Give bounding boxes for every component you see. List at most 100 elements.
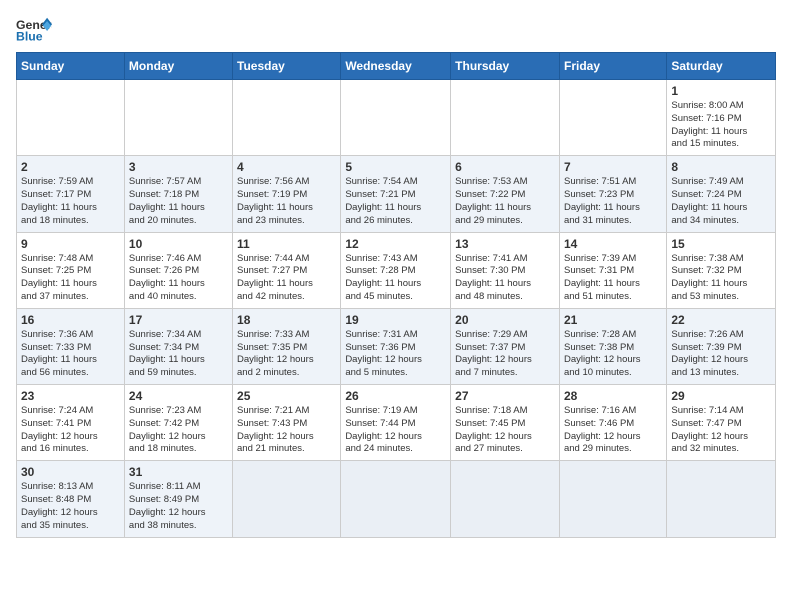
calendar-cell: 1 Sunrise: 8:00 AM Sunset: 7:16 PM Daylig… — [667, 80, 776, 156]
calendar-cell — [451, 80, 560, 156]
day-info: Sunrise: 8:13 AM Sunset: 8:48 PM Dayligh… — [21, 481, 120, 532]
calendar-cell: 8 Sunrise: 7:49 AM Sunset: 7:24 PM Daylig… — [667, 156, 776, 232]
calendar-cell — [341, 80, 451, 156]
calendar-cell: 22Sunrise: 7:26 AM Sunset: 7:39 PM Dayli… — [667, 308, 776, 384]
weekday-header-monday: Monday — [124, 53, 232, 80]
weekday-header-friday: Friday — [559, 53, 666, 80]
day-info: Sunrise: 7:29 AM Sunset: 7:37 PM Dayligh… — [455, 329, 555, 380]
day-info: Sunrise: 7:49 AM Sunset: 7:24 PM Dayligh… — [671, 176, 771, 227]
calendar-cell — [559, 80, 666, 156]
day-number: 31 — [129, 465, 228, 479]
weekday-header-wednesday: Wednesday — [341, 53, 451, 80]
calendar-cell: 11 Sunrise: 7:44 AM Sunset: 7:27 PM Dayli… — [233, 232, 341, 308]
day-info: Sunrise: 7:19 AM Sunset: 7:44 PM Dayligh… — [345, 405, 446, 456]
calendar-cell: 28 Sunrise: 7:16 AM Sunset: 7:46 PM Dayli… — [559, 385, 666, 461]
weekday-header-tuesday: Tuesday — [233, 53, 341, 80]
day-number: 17 — [129, 313, 228, 327]
day-info: Sunrise: 7:39 AM Sunset: 7:31 PM Dayligh… — [564, 253, 662, 304]
calendar-cell: 6Sunrise: 7:53 AM Sunset: 7:22 PM Daylig… — [451, 156, 560, 232]
logo: General Blue — [16, 16, 60, 44]
day-info: Sunrise: 7:57 AM Sunset: 7:18 PM Dayligh… — [129, 176, 228, 227]
day-number: 11 — [237, 237, 336, 251]
day-info: Sunrise: 7:44 AM Sunset: 7:27 PM Dayligh… — [237, 253, 336, 304]
calendar-cell: 20 Sunrise: 7:29 AM Sunset: 7:37 PM Dayli… — [451, 308, 560, 384]
day-info: Sunrise: 7:28 AM Sunset: 7:38 PM Dayligh… — [564, 329, 662, 380]
calendar-cell: 3Sunrise: 7:57 AM Sunset: 7:18 PM Daylig… — [124, 156, 232, 232]
day-number: 19 — [345, 313, 446, 327]
day-number: 2 — [21, 160, 120, 174]
calendar-cell: 5 Sunrise: 7:54 AM Sunset: 7:21 PM Daylig… — [341, 156, 451, 232]
calendar-cell: 10 Sunrise: 7:46 AM Sunset: 7:26 PM Dayli… — [124, 232, 232, 308]
day-number: 30 — [21, 465, 120, 479]
calendar-cell — [667, 461, 776, 537]
day-info: Sunrise: 7:24 AM Sunset: 7:41 PM Dayligh… — [21, 405, 120, 456]
calendar-cell: 12Sunrise: 7:43 AM Sunset: 7:28 PM Dayli… — [341, 232, 451, 308]
calendar-cell: 15Sunrise: 7:38 AM Sunset: 7:32 PM Dayli… — [667, 232, 776, 308]
day-number: 29 — [671, 389, 771, 403]
weekday-header-thursday: Thursday — [451, 53, 560, 80]
day-number: 27 — [455, 389, 555, 403]
day-number: 23 — [21, 389, 120, 403]
calendar-cell: 24Sunrise: 7:23 AM Sunset: 7:42 PM Dayli… — [124, 385, 232, 461]
day-number: 9 — [21, 237, 120, 251]
calendar-cell: 4 Sunrise: 7:56 AM Sunset: 7:19 PM Daylig… — [233, 156, 341, 232]
calendar-cell: 30 Sunrise: 8:13 AM Sunset: 8:48 PM Dayli… — [17, 461, 125, 537]
calendar-cell: 7Sunrise: 7:51 AM Sunset: 7:23 PM Daylig… — [559, 156, 666, 232]
day-info: Sunrise: 7:46 AM Sunset: 7:26 PM Dayligh… — [129, 253, 228, 304]
weekday-header-sunday: Sunday — [17, 53, 125, 80]
calendar-cell: 23 Sunrise: 7:24 AM Sunset: 7:41 PM Dayli… — [17, 385, 125, 461]
calendar-cell — [124, 80, 232, 156]
calendar-cell: 13 Sunrise: 7:41 AM Sunset: 7:30 PM Dayli… — [451, 232, 560, 308]
svg-text:Blue: Blue — [16, 30, 43, 44]
calendar-cell — [341, 461, 451, 537]
calendar-cell: 19 Sunrise: 7:31 AM Sunset: 7:36 PM Dayli… — [341, 308, 451, 384]
day-number: 1 — [671, 84, 771, 98]
day-info: Sunrise: 7:56 AM Sunset: 7:19 PM Dayligh… — [237, 176, 336, 227]
calendar-cell — [559, 461, 666, 537]
day-info: Sunrise: 7:48 AM Sunset: 7:25 PM Dayligh… — [21, 253, 120, 304]
day-number: 16 — [21, 313, 120, 327]
calendar-cell — [233, 80, 341, 156]
day-number: 4 — [237, 160, 336, 174]
day-info: Sunrise: 7:23 AM Sunset: 7:42 PM Dayligh… — [129, 405, 228, 456]
day-info: Sunrise: 7:41 AM Sunset: 7:30 PM Dayligh… — [455, 253, 555, 304]
day-number: 20 — [455, 313, 555, 327]
day-info: Sunrise: 7:18 AM Sunset: 7:45 PM Dayligh… — [455, 405, 555, 456]
day-number: 22 — [671, 313, 771, 327]
calendar-cell: 17Sunrise: 7:34 AM Sunset: 7:34 PM Dayli… — [124, 308, 232, 384]
calendar-cell: 14Sunrise: 7:39 AM Sunset: 7:31 PM Dayli… — [559, 232, 666, 308]
calendar-cell: 21Sunrise: 7:28 AM Sunset: 7:38 PM Dayli… — [559, 308, 666, 384]
calendar-cell — [451, 461, 560, 537]
day-number: 26 — [345, 389, 446, 403]
calendar-cell: 2 Sunrise: 7:59 AM Sunset: 7:17 PM Daylig… — [17, 156, 125, 232]
page-header: General Blue — [16, 16, 776, 44]
day-info: Sunrise: 8:11 AM Sunset: 8:49 PM Dayligh… — [129, 481, 228, 532]
calendar-cell — [233, 461, 341, 537]
day-info: Sunrise: 8:00 AM Sunset: 7:16 PM Dayligh… — [671, 100, 771, 151]
logo-icon: General Blue — [16, 16, 52, 44]
calendar-cell: 16 Sunrise: 7:36 AM Sunset: 7:33 PM Dayli… — [17, 308, 125, 384]
weekday-header-saturday: Saturday — [667, 53, 776, 80]
calendar-cell — [17, 80, 125, 156]
day-number: 13 — [455, 237, 555, 251]
day-info: Sunrise: 7:36 AM Sunset: 7:33 PM Dayligh… — [21, 329, 120, 380]
day-info: Sunrise: 7:16 AM Sunset: 7:46 PM Dayligh… — [564, 405, 662, 456]
day-info: Sunrise: 7:21 AM Sunset: 7:43 PM Dayligh… — [237, 405, 336, 456]
day-number: 28 — [564, 389, 662, 403]
day-info: Sunrise: 7:14 AM Sunset: 7:47 PM Dayligh… — [671, 405, 771, 456]
calendar-cell: 31 Sunrise: 8:11 AM Sunset: 8:49 PM Dayli… — [124, 461, 232, 537]
calendar-cell: 18Sunrise: 7:33 AM Sunset: 7:35 PM Dayli… — [233, 308, 341, 384]
day-number: 5 — [345, 160, 446, 174]
day-number: 8 — [671, 160, 771, 174]
day-info: Sunrise: 7:31 AM Sunset: 7:36 PM Dayligh… — [345, 329, 446, 380]
calendar-cell: 29 Sunrise: 7:14 AM Sunset: 7:47 PM Dayli… — [667, 385, 776, 461]
day-info: Sunrise: 7:59 AM Sunset: 7:17 PM Dayligh… — [21, 176, 120, 227]
calendar-cell: 27 Sunrise: 7:18 AM Sunset: 7:45 PM Dayli… — [451, 385, 560, 461]
day-number: 12 — [345, 237, 446, 251]
day-number: 10 — [129, 237, 228, 251]
day-info: Sunrise: 7:38 AM Sunset: 7:32 PM Dayligh… — [671, 253, 771, 304]
day-info: Sunrise: 7:51 AM Sunset: 7:23 PM Dayligh… — [564, 176, 662, 227]
calendar-table: SundayMondayTuesdayWednesdayThursdayFrid… — [16, 52, 776, 538]
day-info: Sunrise: 7:54 AM Sunset: 7:21 PM Dayligh… — [345, 176, 446, 227]
day-number: 6 — [455, 160, 555, 174]
